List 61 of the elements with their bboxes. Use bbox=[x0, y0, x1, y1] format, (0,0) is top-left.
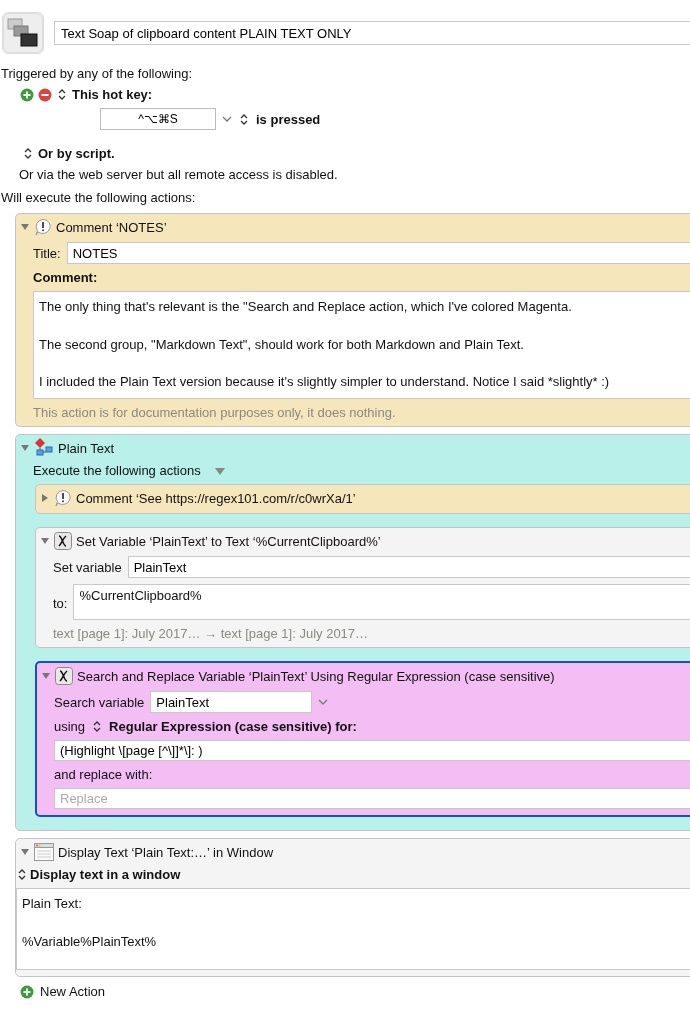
field-label: Title: bbox=[33, 245, 61, 261]
field-label: Comment: bbox=[33, 270, 99, 285]
chevron-down-icon[interactable] bbox=[318, 698, 329, 707]
variable-field[interactable]: PlainText bbox=[150, 691, 313, 714]
action-title: Search and Replace Variable ‘PlainText’ Using Regular Expression (case sensitive) bbox=[77, 668, 555, 684]
disclosure-triangle-icon[interactable] bbox=[20, 222, 30, 232]
speech-bubble-icon bbox=[34, 218, 52, 236]
action-title: Display Text ‘Plain Text:…’ in Window bbox=[58, 844, 274, 860]
stepper-icon[interactable] bbox=[93, 720, 102, 734]
remove-icon[interactable] bbox=[38, 87, 52, 102]
action-panel[interactable] bbox=[35, 661, 690, 818]
variable-icon bbox=[54, 532, 72, 551]
chevron-down-icon[interactable] bbox=[222, 115, 232, 123]
value-field[interactable]: %CurrentClipboard% bbox=[73, 584, 690, 621]
window-icon bbox=[34, 843, 54, 862]
field-label: using bbox=[54, 719, 86, 735]
text-field[interactable]: Plain Text: %Variable%PlainText% bbox=[16, 888, 690, 971]
stepper-icon[interactable] bbox=[24, 147, 32, 160]
title-field[interactable]: NOTES bbox=[66, 242, 690, 264]
disclosure-triangle-icon[interactable] bbox=[40, 493, 50, 504]
action-note: This action is for documentation purposes only, it does nothing. bbox=[33, 405, 397, 421]
add-icon[interactable] bbox=[20, 87, 34, 102]
macro-icon[interactable] bbox=[2, 12, 44, 54]
pattern-field[interactable]: (Highlight \[page [^\]]*\]: ) bbox=[54, 740, 690, 762]
comment-field[interactable]: The only thing that's relevant is the "Search and Replace action, which I've colored Magenta. The second group, "Markdown Text", should work for both Markdown and Plain Text. I included the Plain Text version because it's slightly simpler to understand. Notice I said *slightly* :) bbox=[33, 291, 690, 400]
trigger-popup[interactable]: This hot key: bbox=[72, 87, 153, 102]
group-icon bbox=[34, 438, 54, 459]
hotkey-field[interactable]: ^⌥⌘S bbox=[100, 108, 216, 130]
field-label: to: bbox=[53, 596, 68, 612]
field-label: Set variable bbox=[53, 559, 122, 575]
stepper-icon[interactable] bbox=[240, 112, 248, 126]
section-heading: Will execute the following actions: bbox=[1, 190, 197, 205]
action-panel[interactable]: Set Variable ‘PlainText’ to Text ‘%CurrentClipboard%’ Set variable PlainText to: %CurrentClipboard% text [page 1]: July 2017… → text [page 1]: July 2017… bbox=[35, 527, 690, 649]
method-popup[interactable]: Regular Expression (case sensitive) for: bbox=[109, 719, 357, 735]
stepper-icon[interactable] bbox=[58, 88, 66, 101]
action-panel[interactable]: Display Text ‘Plain Text:…’ in Window Display text in a window Plain Text: %Variable%PlainText% bbox=[15, 838, 690, 978]
macro-name-field[interactable]: Text Soap of clipboard content PLAIN TEXT ONLY bbox=[54, 21, 690, 45]
condition-popup[interactable]: is pressed bbox=[256, 111, 321, 127]
web-server-note: Or via the web server but all remote access is disabled. bbox=[18, 167, 339, 182]
replace-field[interactable]: Replace bbox=[54, 788, 690, 810]
field-label: and replace with: bbox=[54, 767, 154, 783]
action-note: text [page 1]: July 2017… → text [page 1]: July 2017… bbox=[53, 626, 370, 642]
group-label: Execute the following actions bbox=[33, 463, 201, 479]
dropdown-triangle-icon[interactable] bbox=[214, 466, 225, 475]
add-icon[interactable] bbox=[20, 984, 34, 999]
variable-icon bbox=[55, 667, 73, 686]
action-panel[interactable] bbox=[15, 213, 690, 428]
new-action-link[interactable]: New Action bbox=[40, 984, 106, 1000]
field-label: Search variable bbox=[54, 694, 145, 710]
action-title: Plain Text bbox=[58, 440, 115, 456]
action-title: Comment ‘NOTES’ bbox=[56, 219, 167, 235]
action-panel[interactable]: Comment ‘See https://regex101.com/r/c0wrXa/1’ bbox=[35, 484, 690, 515]
action-title: Comment ‘See https://regex101.com/r/c0wrXa/1’ bbox=[76, 490, 356, 506]
script-trigger-popup[interactable]: Or by script. bbox=[38, 146, 115, 161]
action-panel[interactable] bbox=[15, 434, 690, 832]
action-title: Set Variable ‘PlainText’ to Text ‘%CurrentClipboard%’ bbox=[76, 533, 381, 549]
mode-popup[interactable]: Display text in a window bbox=[30, 867, 181, 883]
speech-bubble-icon bbox=[54, 489, 72, 508]
section-heading: Triggered by any of the following: bbox=[1, 66, 193, 81]
variable-field[interactable]: PlainText bbox=[127, 556, 690, 579]
stepper-icon[interactable] bbox=[18, 868, 26, 882]
